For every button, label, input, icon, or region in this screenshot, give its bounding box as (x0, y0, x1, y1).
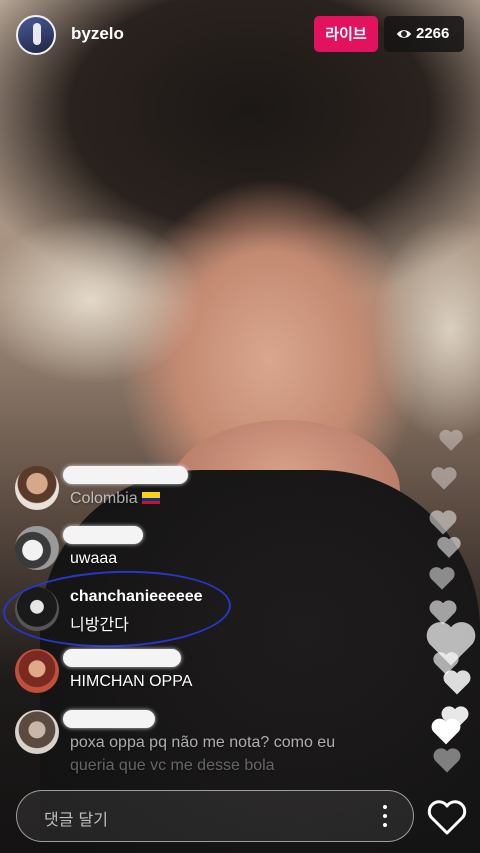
floating-heart-icon (429, 567, 455, 590)
floating-heart-icon (439, 429, 463, 451)
floating-heart-icon (431, 467, 457, 490)
comment-text-continued: queria que vc me desse bola (70, 757, 275, 774)
more-options-icon[interactable] (382, 805, 388, 829)
viewer-count: 2266 (416, 25, 450, 42)
commenter-avatar[interactable] (15, 710, 59, 754)
comment-input-placeholder: 댓글 달기 (44, 810, 108, 829)
comment-item: uwaaa (15, 526, 375, 574)
comment-item: Colombia (15, 466, 375, 514)
viewer-count-badge[interactable]: 2266 (384, 16, 464, 52)
like-heart-button[interactable] (426, 798, 468, 836)
commenter-avatar[interactable] (15, 649, 59, 693)
floating-heart-icon (431, 718, 461, 745)
comment-text: Colombia (70, 490, 160, 508)
live-badge: 라이브 (314, 16, 378, 52)
floating-heart-icon (429, 510, 457, 535)
redacted-username (63, 526, 143, 544)
comment-item: HIMCHAN OPPA (15, 649, 375, 697)
eye-icon (397, 30, 411, 38)
floating-heart-icon (433, 748, 461, 773)
floating-heart-icon (437, 536, 461, 558)
redacted-username (63, 710, 155, 728)
comment-item: poxa oppa pq não me nota? como eu queria… (15, 710, 375, 776)
host-username[interactable]: byzelo (71, 24, 124, 44)
live-header: byzelo 라이브 2266 (0, 0, 480, 70)
comment-text: uwaaa (70, 550, 118, 567)
redacted-username (63, 649, 181, 667)
commenter-avatar[interactable] (15, 526, 59, 570)
redacted-username (63, 466, 188, 484)
colombia-flag-icon (141, 492, 160, 504)
commenter-avatar[interactable] (15, 466, 59, 510)
floating-heart-icon (443, 670, 471, 695)
host-avatar[interactable] (16, 15, 56, 55)
comment-text: HIMCHAN OPPA (70, 673, 193, 690)
comment-input[interactable]: 댓글 달기 (16, 790, 414, 842)
comment-text: poxa oppa pq não me nota? como eu (70, 734, 336, 751)
